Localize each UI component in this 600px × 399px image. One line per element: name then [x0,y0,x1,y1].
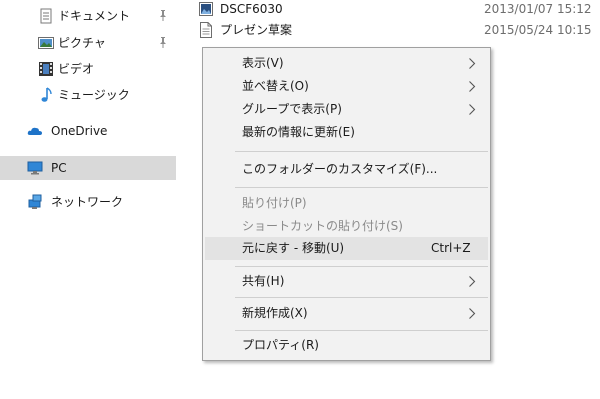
menu-item-undo-move[interactable]: 元に戻す - 移動(U) Ctrl+Z [205,237,488,260]
menu-item-properties[interactable]: プロパティ(R) [205,334,488,357]
menu-item-refresh[interactable]: 最新の情報に更新(E) [205,121,488,144]
menu-label: 元に戻す - 移動(U) [242,241,345,255]
menu-item-group-by[interactable]: グループで表示(P) [205,98,488,121]
documents-icon [38,8,54,24]
nav-item-pc[interactable]: PC [0,156,176,180]
menu-label: 貼り付け(P) [242,196,307,210]
menu-item-customize-folder[interactable]: このフォルダーのカスタマイズ(F)... [205,158,488,181]
nav-label-music: ミュージック [58,88,130,102]
nav-label-pictures: ピクチャ [58,36,106,50]
menu-label: グループで表示(P) [242,102,342,116]
image-file-icon [199,1,213,17]
nav-label-onedrive: OneDrive [51,124,108,138]
onedrive-icon [27,123,43,139]
file-row[interactable]: プレゼン草案 2015/05/24 10:15 [178,21,600,41]
menu-item-view[interactable]: 表示(V) [205,52,488,75]
chevron-right-icon [468,57,476,70]
menu-separator [235,266,488,267]
text-file-icon [199,22,213,38]
menu-item-share[interactable]: 共有(H) [205,270,488,293]
chevron-right-icon [468,80,476,93]
nav-label-videos: ビデオ [58,62,95,76]
menu-separator [235,297,488,298]
menu-item-paste[interactable]: 貼り付け(P) [205,192,488,215]
file-name: DSCF6030 [220,2,283,16]
nav-item-music[interactable]: ミュージック [0,83,176,107]
file-date: 2015/05/24 10:15 [484,23,592,37]
context-menu[interactable]: 表示(V) 並べ替え(O) グループで表示(P) 最新の情報に更新(E) このフ… [202,47,491,361]
nav-label-pc: PC [51,161,67,175]
menu-separator [235,151,488,152]
menu-label: このフォルダーのカスタマイズ(F)... [242,162,438,176]
chevron-right-icon [468,307,476,320]
pc-icon [27,160,43,176]
menu-label: 表示(V) [242,56,284,70]
videos-icon [38,61,54,77]
network-icon [27,194,43,210]
menu-item-new[interactable]: 新規作成(X) [205,302,488,325]
nav-item-videos[interactable]: ビデオ [0,57,176,81]
nav-item-pictures[interactable]: ピクチャ [0,31,176,55]
menu-label: 最新の情報に更新(E) [242,125,355,139]
nav-item-documents[interactable]: ドキュメント [0,4,176,28]
menu-label: プロパティ(R) [242,338,319,352]
menu-item-sort-by[interactable]: 並べ替え(O) [205,75,488,98]
menu-separator [235,330,488,331]
pictures-icon [38,35,54,51]
navigation-pane[interactable]: ドキュメント ピクチャ ビデオ ミュージック OneDrive PC ネットワー… [0,0,178,399]
nav-label-documents: ドキュメント [58,9,131,23]
music-icon [38,87,54,103]
chevron-right-icon [468,103,476,116]
file-row[interactable]: DSCF6030 2013/01/07 15:12 [178,0,600,20]
file-name: プレゼン草案 [220,23,293,37]
pin-icon [156,8,170,22]
menu-label: ショートカットの貼り付け(S) [242,219,403,233]
nav-item-onedrive[interactable]: OneDrive [0,119,176,143]
menu-label: 新規作成(X) [242,306,308,320]
menu-label: 共有(H) [242,274,285,288]
menu-item-paste-shortcut[interactable]: ショートカットの貼り付け(S) [205,215,488,238]
chevron-right-icon [468,275,476,288]
file-date: 2013/01/07 15:12 [484,2,592,16]
menu-separator [235,187,488,188]
menu-label: 並べ替え(O) [242,79,309,93]
menu-shortcut: Ctrl+Z [431,241,471,255]
nav-label-network: ネットワーク [51,195,124,209]
nav-item-network[interactable]: ネットワーク [0,190,176,214]
pin-icon [156,35,170,49]
